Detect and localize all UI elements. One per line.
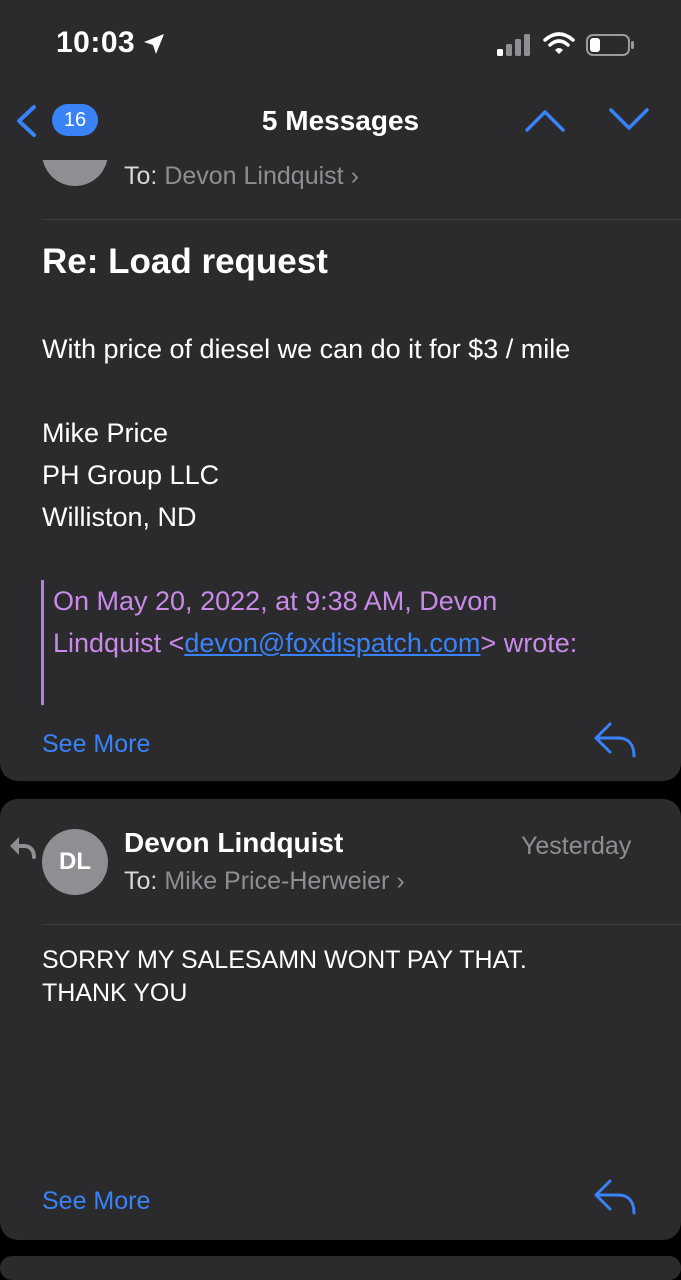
quote-name: Lindquist <	[53, 628, 185, 658]
replied-indicator-icon	[10, 837, 36, 859]
sender-name[interactable]: Devon Lindquist	[124, 827, 343, 859]
location-arrow-icon	[144, 34, 164, 54]
wifi-icon	[543, 32, 575, 54]
quoted-header: On May 20, 2022, at 9:38 AM, Devon Lindq…	[53, 580, 577, 664]
signature-line: Williston, ND	[42, 502, 197, 532]
reply-icon[interactable]	[592, 1177, 638, 1217]
chevron-right-icon: ›	[350, 162, 359, 190]
chevron-down-icon[interactable]	[608, 106, 650, 134]
recipient-name[interactable]: Devon Lindquist	[164, 162, 343, 190]
navigation-bar: 10:03 16 5 Messages	[0, 0, 681, 160]
message-card-3[interactable]	[0, 1256, 681, 1280]
divider	[42, 219, 681, 220]
quote-suffix: > wrote:	[480, 628, 578, 658]
message-time: Yesterday	[521, 832, 632, 860]
recipient-name[interactable]: Mike Price-Herweier	[164, 867, 389, 895]
to-label: To:	[124, 162, 158, 190]
divider	[42, 924, 681, 925]
email-link[interactable]: devon@foxdispatch.com	[184, 628, 480, 658]
chevron-up-icon[interactable]	[524, 106, 566, 134]
reply-icon[interactable]	[592, 720, 638, 760]
message-card-1[interactable]: MP To: Devon Lindquist › Re: Load reques…	[0, 100, 681, 781]
cellular-signal-icon	[497, 34, 530, 56]
see-more-link[interactable]: See More	[42, 730, 150, 759]
quote-line: On May 20, 2022, at 9:38 AM, Devon	[53, 586, 498, 616]
quote-line: Lindquist <devon@foxdispatch.com> wrote:	[53, 622, 577, 664]
status-time: 10:03	[56, 26, 136, 59]
quote-bar	[41, 580, 44, 705]
recipient-line[interactable]: To: Mike Price-Herweier ›	[124, 867, 405, 896]
recipient-line[interactable]: To: Devon Lindquist ›	[124, 162, 359, 191]
signature-line: Mike Price	[42, 418, 169, 448]
message-card-2[interactable]: DL Devon Lindquist Yesterday To: Mike Pr…	[0, 799, 681, 1240]
signature-line: PH Group LLC	[42, 460, 220, 490]
to-label: To:	[124, 867, 158, 895]
chevron-right-icon: ›	[396, 867, 405, 895]
message-body-line: SORRY MY SALESAMN WONT PAY THAT.	[42, 946, 527, 974]
message-body: With price of diesel we can do it for $3…	[42, 334, 571, 364]
avatar: DL	[42, 829, 108, 895]
subject: Re: Load request	[42, 242, 328, 281]
page-title: 5 Messages	[261, 105, 420, 136]
message-body-line: THANK YOU	[42, 979, 188, 1007]
battery-icon	[586, 34, 634, 56]
see-more-link[interactable]: See More	[42, 1187, 150, 1216]
